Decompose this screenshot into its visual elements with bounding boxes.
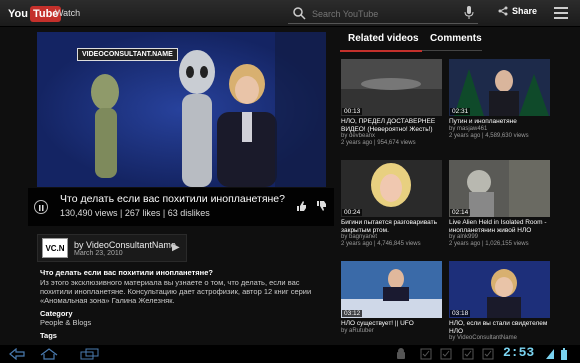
page-title: Watch xyxy=(55,8,81,18)
thumbs-up-icon[interactable] xyxy=(296,201,306,211)
related-video-author: by bagnyanet xyxy=(341,234,378,240)
related-video-author: by devbeanx xyxy=(341,133,376,139)
battery-icon xyxy=(561,348,567,360)
channel-avatar: VC.N xyxy=(42,238,68,258)
video-thumbnail: 02:31 xyxy=(449,59,550,116)
related-video-author: by masjaw461 xyxy=(449,125,488,132)
share-button[interactable]: Share xyxy=(498,6,537,16)
video-thumbnail: 00:24 xyxy=(341,160,442,217)
related-video-title: НЛО существует! || UFO xyxy=(341,320,414,327)
tab-comments[interactable]: Comments xyxy=(430,33,482,44)
video-thumbnail: 00:13 xyxy=(341,59,442,116)
back-icon[interactable] xyxy=(8,348,26,360)
related-video-author: by aRutuber xyxy=(341,327,374,334)
category-label: Category xyxy=(40,309,73,318)
wifi-icon xyxy=(546,349,554,359)
video-duration: 00:24 xyxy=(342,209,363,216)
upload-date: March 23, 2010 xyxy=(74,250,123,257)
related-video-meta: 2 years ago | 954,674 views xyxy=(341,140,416,146)
search-icon[interactable] xyxy=(292,6,306,20)
video-stats: 130,490 views | 267 likes | 63 dislikes xyxy=(60,208,210,218)
video-title: Что делать если вас похитили инопланетян… xyxy=(60,193,285,205)
search-input[interactable] xyxy=(312,6,462,21)
video-thumbnail: 03:12 xyxy=(341,261,442,318)
android-icon xyxy=(397,348,405,359)
tab-related-videos[interactable]: Related videos xyxy=(348,33,419,44)
search-underline xyxy=(288,23,478,24)
tags-label: Tags xyxy=(40,331,57,340)
home-icon[interactable] xyxy=(40,348,58,360)
related-video-author: by VideoConsultantName xyxy=(449,335,517,341)
related-video-title: НЛО, ПРЕДЕЛ ДОСТАВЕРНЕЕ ВИДЕО! (Невероят… xyxy=(341,118,436,133)
chevron-right-icon: ▶ xyxy=(172,242,180,253)
share-label: Share xyxy=(512,6,538,16)
video-watermark: VIDEOCONSULTANT.NAME xyxy=(77,48,178,61)
video-duration: 00:13 xyxy=(342,108,363,115)
youtube-logo[interactable]: You Tube xyxy=(6,5,62,22)
video-duration: 02:14 xyxy=(450,209,471,216)
related-video-card[interactable]: 02:14 Live Alien Held in Isolated Room -… xyxy=(449,160,550,248)
logo-you-text: You xyxy=(8,7,28,20)
video-duration: 03:12 xyxy=(342,310,363,317)
video-description: Что делать если вас похитили инопланетян… xyxy=(40,268,325,340)
related-video-card[interactable]: 00:13 НЛО, ПРЕДЕЛ ДОСТАВЕРНЕЕ ВИДЕО! (Не… xyxy=(341,59,442,147)
status-clock: 2:53 xyxy=(503,345,535,360)
pause-icon xyxy=(39,205,44,211)
video-thumbnail: 02:14 xyxy=(449,160,550,217)
related-video-meta: 2 years ago | 4,589,630 views xyxy=(449,132,529,139)
category-value: People & Blogs xyxy=(40,318,92,327)
tab-divider xyxy=(422,50,482,51)
related-video-card[interactable]: 02:31 Путин и инопланетяне by masjaw461 … xyxy=(449,59,550,140)
related-video-card[interactable]: 03:18 НЛО, если вы стали свидетелем НЛО … xyxy=(449,261,550,342)
share-icon xyxy=(498,6,508,16)
related-video-meta: 2 years ago | 1,026,155 views xyxy=(449,241,529,247)
channel-name: by VideoConsultantName xyxy=(74,240,176,250)
active-tab-indicator xyxy=(340,50,422,52)
related-video-author: by alnk999 xyxy=(449,234,479,240)
notification-icon xyxy=(420,348,432,360)
related-video-title: Путин и инопланетяне xyxy=(449,118,517,125)
notification-icon xyxy=(462,348,474,360)
pause-button[interactable] xyxy=(34,200,48,214)
menu-icon[interactable] xyxy=(554,7,568,19)
video-duration: 02:31 xyxy=(450,108,471,115)
video-duration: 03:18 xyxy=(450,310,471,317)
related-video-card[interactable]: 03:12 НЛО существует! || UFO by aRutuber xyxy=(341,261,442,335)
recent-apps-icon[interactable] xyxy=(80,348,100,360)
microphone-icon[interactable] xyxy=(464,6,474,20)
video-thumbnail: 03:18 xyxy=(449,261,550,318)
notification-icon xyxy=(440,348,452,360)
video-player[interactable]: VIDEOCONSULTANT.NAME xyxy=(37,32,326,187)
notification-icon xyxy=(482,348,494,360)
related-video-meta: 2 years ago | 4,746,845 views xyxy=(341,241,421,247)
related-video-title: НЛО, если вы стали свидетелем НЛО xyxy=(449,320,548,335)
related-video-title: Live Alien Held in Isolated Room - инопл… xyxy=(449,219,547,234)
related-video-card[interactable]: 00:24 Бигини пытается разговаривать закр… xyxy=(341,160,442,248)
description-body: Из этого эксклюзивного материала вы узна… xyxy=(40,278,312,305)
thumbs-down-icon[interactable] xyxy=(316,201,326,211)
related-video-title: Бигини пытается разговаривать закрытым р… xyxy=(341,219,437,234)
description-title: Что делать если вас похитили инопланетян… xyxy=(40,268,213,277)
